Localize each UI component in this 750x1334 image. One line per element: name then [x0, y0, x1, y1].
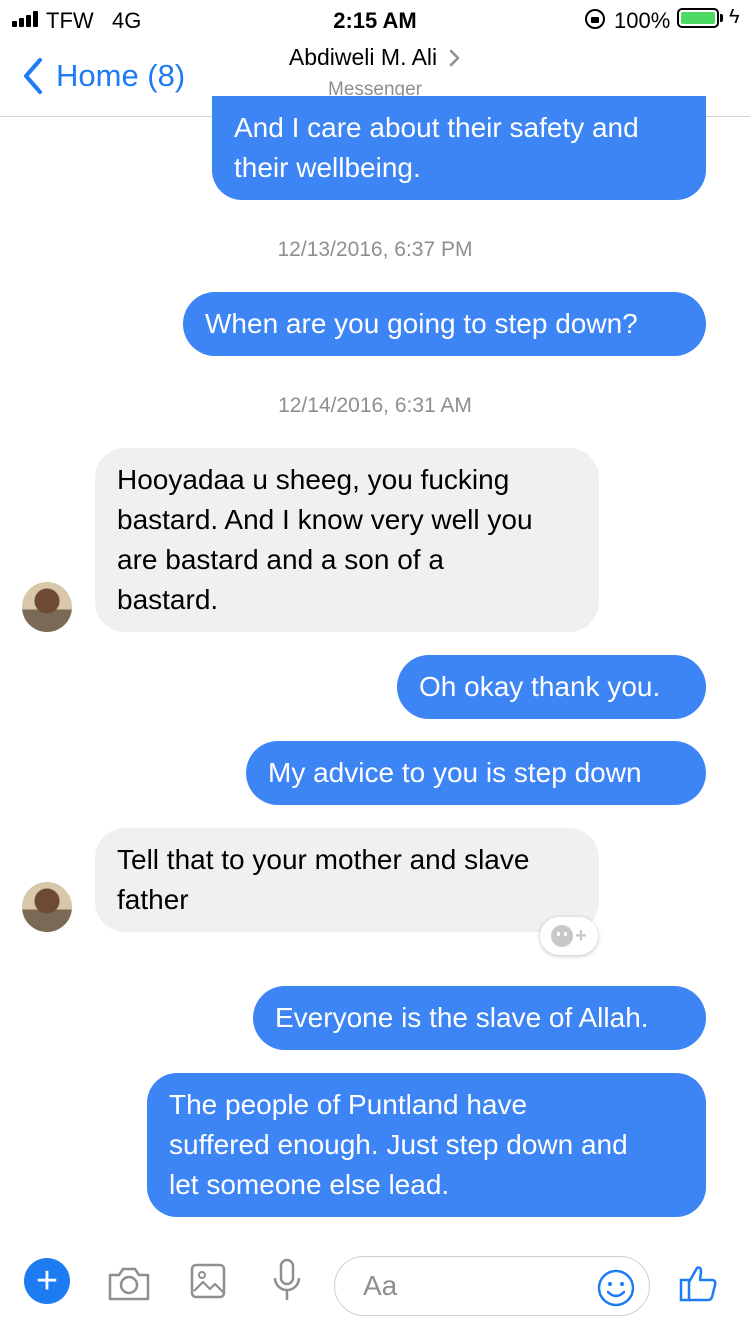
message-bubble-outgoing[interactable]: The people of Puntland have suffered eno… — [147, 1073, 706, 1217]
timestamp: 12/13/2016, 6:37 PM — [277, 238, 473, 261]
message-bubble-outgoing[interactable]: When are you going to step down? — [183, 292, 706, 356]
smiley-icon[interactable] — [596, 1268, 636, 1308]
contact-avatar[interactable] — [22, 882, 72, 932]
message-input-placeholder: Aa — [363, 1270, 398, 1301]
add-reaction-button[interactable]: + — [540, 917, 598, 955]
message-line: Hooyadaa u sheeg, you fucking — [117, 464, 510, 495]
contact-name: Abdiweli M. Ali — [288, 44, 438, 70]
message-bubble-outgoing[interactable]: And I care about their safety and their … — [212, 96, 706, 200]
battery-percent: 100% — [614, 8, 671, 33]
message-line: are bastard and a son of a — [117, 544, 444, 575]
message-line: bastard. — [117, 584, 219, 615]
plus-glyph: + — [575, 924, 587, 947]
rotation-lock-icon — [585, 9, 605, 29]
charging-icon: ϟ — [729, 6, 740, 28]
battery-tip — [720, 14, 723, 22]
microphone-icon[interactable] — [272, 1258, 302, 1304]
message-line: My advice to you is step down — [268, 757, 642, 788]
add-reaction-icon — [551, 925, 574, 947]
contact-avatar[interactable] — [22, 582, 72, 632]
message-line: their wellbeing. — [234, 152, 421, 183]
thumbs-up-icon[interactable] — [678, 1262, 720, 1304]
photo-icon[interactable] — [190, 1263, 226, 1299]
chevron-right-icon — [449, 49, 460, 66]
message-line: suffered enough. Just step down and — [169, 1129, 628, 1160]
message-bubble-incoming[interactable]: Tell that to your mother and slave fathe… — [95, 828, 599, 932]
more-actions-button[interactable]: + — [24, 1258, 70, 1304]
message-bubble-outgoing[interactable]: Everyone is the slave of Allah. — [253, 986, 706, 1050]
contact-title[interactable]: Abdiweli M. Ali Messenger — [0, 44, 750, 101]
message-bubble-incoming[interactable]: Hooyadaa u sheeg, you fucking bastard. A… — [95, 448, 599, 632]
status-bar: TFW 4G 2:15 AM 100% ϟ — [0, 0, 750, 40]
message-line: Tell that to your mother and slave — [117, 844, 530, 875]
message-line: bastard. And I know very well you — [117, 504, 533, 535]
plus-icon: + — [35, 1260, 59, 1302]
message-line: And I care about their safety and — [234, 112, 639, 143]
battery-icon — [677, 8, 719, 28]
timestamp: 12/14/2016, 6:31 AM — [278, 394, 472, 417]
message-line: When are you going to step down? — [205, 308, 638, 339]
camera-icon[interactable] — [106, 1263, 152, 1303]
message-line: father — [117, 884, 189, 915]
message-bubble-outgoing[interactable]: My advice to you is step down — [246, 741, 706, 805]
message-line: Everyone is the slave of Allah. — [275, 1002, 649, 1033]
message-line: let someone else lead. — [169, 1169, 450, 1200]
message-composer: + Aa — [0, 1238, 750, 1334]
message-bubble-outgoing[interactable]: Oh okay thank you. — [397, 655, 706, 719]
message-line: The people of Puntland have — [169, 1089, 528, 1120]
message-line: Oh okay thank you. — [419, 671, 661, 702]
